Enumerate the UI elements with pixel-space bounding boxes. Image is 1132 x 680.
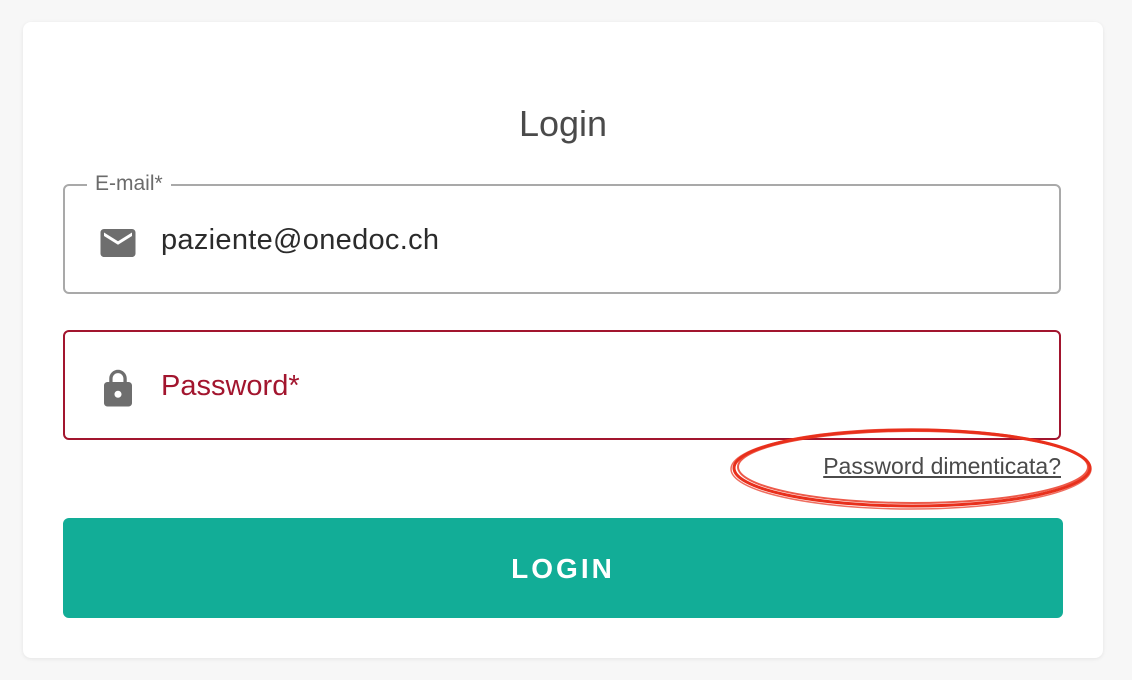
email-input[interactable]: paziente@onedoc.ch	[161, 220, 439, 260]
forgot-password-link[interactable]: Password dimenticata?	[823, 450, 1061, 482]
mail-icon	[97, 222, 139, 264]
login-button[interactable]: LOGIN	[63, 518, 1063, 618]
password-input[interactable]: Password*	[161, 366, 300, 406]
login-card: Login E-mail* paziente@onedoc.ch Passwor…	[23, 22, 1103, 658]
email-field-label: E-mail*	[87, 170, 171, 198]
lock-icon	[97, 368, 139, 410]
password-field[interactable]: Password*	[63, 330, 1061, 440]
email-field[interactable]: E-mail* paziente@onedoc.ch	[63, 170, 1061, 294]
page-title: Login	[518, 103, 608, 144]
